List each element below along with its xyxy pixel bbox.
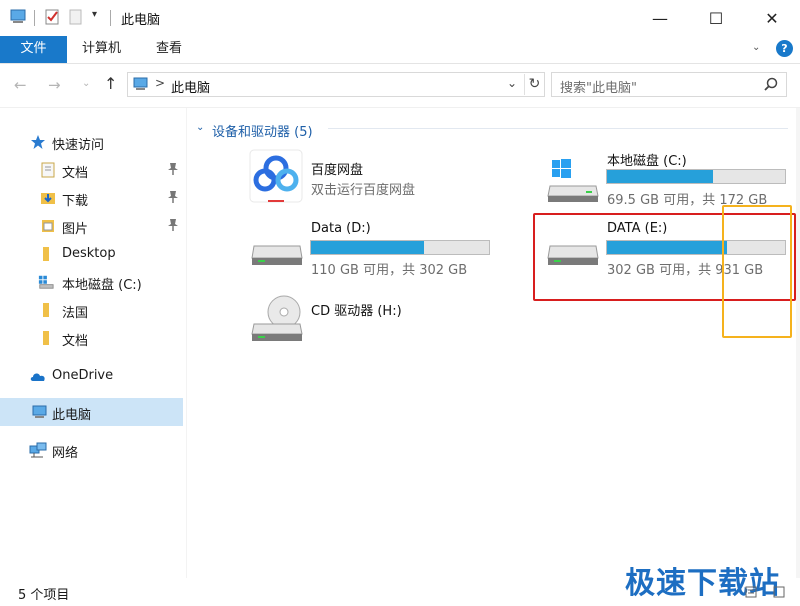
drive-item-local-disk-c[interactable]: 本地磁盘 (C:) 69.5 GB 可用，共 172 GB — [540, 146, 790, 210]
sidebar-item-downloads[interactable]: 下载 — [0, 184, 183, 212]
sidebar-item-documents[interactable]: 文档 — [0, 156, 183, 184]
address-bar[interactable]: > 此电脑 ⌄ ↻ — [127, 72, 545, 97]
up-icon[interactable]: ↑ — [104, 74, 117, 93]
capacity-bar-fill — [311, 241, 425, 254]
tab-file[interactable]: 文件 — [0, 36, 67, 63]
search-placeholder: 搜索"此电脑" — [560, 81, 637, 96]
forward-icon[interactable]: → — [48, 76, 61, 94]
refresh-icon[interactable]: ↻ — [524, 74, 544, 95]
sidebar-item-pictures[interactable]: 图片 — [0, 212, 183, 240]
sidebar-item-label: 快速访问 — [52, 138, 105, 153]
sidebar-item-local-disk-c[interactable]: 本地磁盘 (C:) — [0, 268, 183, 296]
pc-icon — [32, 405, 47, 418]
divider — [34, 10, 35, 26]
star-icon — [31, 135, 45, 149]
maximize-button[interactable]: ☐ — [688, 0, 744, 36]
drive-item-cd-drive-h[interactable]: CD 驱动器 (H:) — [244, 292, 504, 352]
pin-icon[interactable] — [167, 190, 179, 204]
recent-locations-icon[interactable]: ⌄ — [82, 78, 90, 89]
drive-name: 本地磁盘 (C:) — [607, 154, 687, 169]
sidebar-item-documents-2[interactable]: 文档 — [0, 324, 183, 352]
drive-name: 百度网盘 — [311, 163, 364, 178]
ribbon-tabs: 文件 计算机 查看 ⌄ ? — [0, 36, 800, 64]
window-title: 此电脑 — [121, 13, 161, 28]
folder-icon — [43, 303, 49, 317]
divider — [110, 10, 111, 26]
scrollbar-track[interactable] — [796, 108, 800, 578]
sidebar-item-label: 网络 — [52, 446, 79, 461]
sidebar-item-label: 下载 — [62, 194, 89, 209]
sidebar-item-label: 法国 — [62, 306, 89, 321]
cloud-icon — [30, 373, 45, 381]
address-dropdown-icon[interactable]: ⌄ — [507, 76, 517, 90]
folder-icon — [43, 331, 49, 345]
back-icon[interactable]: ← — [14, 76, 27, 94]
minimize-button[interactable]: — — [632, 0, 688, 36]
sidebar-item-network[interactable]: 网络 — [0, 436, 183, 464]
pin-icon[interactable] — [167, 218, 179, 232]
folder-icon — [43, 247, 49, 261]
sidebar-item-desktop[interactable]: Desktop — [0, 240, 183, 268]
sidebar-item-france[interactable]: 法国 — [0, 296, 183, 324]
drive-description: 双击运行百度网盘 — [311, 183, 416, 198]
breadcrumb-item[interactable]: 此电脑 — [171, 77, 210, 96]
drive-item-data-d[interactable]: Data (D:) 110 GB 可用，共 302 GB — [244, 216, 504, 280]
drive-item-baidu-netdisk[interactable]: 百度网盘 双击运行百度网盘 — [244, 146, 504, 210]
tab-view[interactable]: 查看 — [144, 36, 194, 63]
pin-icon[interactable] — [167, 162, 179, 176]
pictures-folder-icon — [42, 220, 54, 232]
expand-ribbon-icon[interactable]: ⌄ — [752, 42, 760, 53]
quick-access-dropdown-icon[interactable]: ▾ — [92, 9, 97, 20]
drive-capacity-text: 110 GB 可用，共 302 GB — [311, 263, 468, 278]
baidu-netdisk-icon — [249, 149, 303, 203]
divider — [328, 128, 788, 129]
windows-drive-icon — [547, 159, 599, 202]
highlight-box-yellow — [722, 205, 792, 338]
capacity-bar-fill — [607, 170, 714, 183]
item-count: 5 个项目 — [18, 588, 70, 603]
properties-icon[interactable] — [45, 9, 60, 25]
sidebar-item-label: OneDrive — [52, 368, 114, 383]
search-input[interactable]: 搜索"此电脑" — [551, 72, 787, 97]
group-title: 设备和驱动器 (5) — [212, 125, 313, 140]
hard-drive-icon — [251, 245, 303, 265]
view-toggle-icon[interactable] — [744, 585, 788, 599]
drive-name: Data (D:) — [311, 221, 371, 236]
breadcrumb-chevron-icon[interactable]: > — [155, 76, 165, 90]
sidebar-item-label: 文档 — [62, 166, 89, 181]
network-icon — [29, 442, 47, 458]
navigation-bar: ← → ⌄ ↑ > 此电脑 ⌄ ↻ 搜索"此电脑" — [0, 64, 800, 108]
sidebar-item-label: 此电脑 — [52, 408, 92, 423]
pc-icon[interactable] — [10, 9, 28, 25]
sidebar-item-label: Desktop — [62, 246, 116, 261]
navigation-pane: 快速访问 文档 下载 图片 Desktop 本地磁盘 (C:) 法国 文档 On… — [0, 108, 186, 578]
pc-icon — [133, 77, 148, 90]
divider — [186, 108, 187, 578]
capacity-bar — [606, 169, 786, 184]
documents-folder-icon — [41, 162, 55, 178]
close-button[interactable]: ✕ — [744, 0, 800, 36]
sidebar-item-quick-access[interactable]: 快速访问 — [0, 128, 183, 156]
capacity-bar — [310, 240, 490, 255]
help-icon[interactable]: ? — [776, 40, 793, 57]
sidebar-item-label: 本地磁盘 (C:) — [62, 278, 142, 293]
new-folder-icon[interactable] — [69, 9, 82, 25]
sidebar-item-label: 文档 — [62, 334, 89, 349]
sidebar-item-label: 图片 — [62, 222, 89, 237]
sidebar-item-this-pc[interactable]: 此电脑 — [0, 398, 183, 426]
drive-name: CD 驱动器 (H:) — [311, 304, 402, 319]
tab-computer[interactable]: 计算机 — [70, 36, 133, 63]
sidebar-item-onedrive[interactable]: OneDrive — [0, 362, 183, 390]
windows-drive-icon — [38, 275, 54, 289]
downloads-folder-icon — [41, 193, 55, 204]
chevron-down-icon[interactable]: ⌄ — [196, 122, 204, 133]
cd-drive-icon — [251, 295, 303, 341]
title-bar: ▾ 此电脑 — ☐ ✕ — [0, 0, 800, 36]
search-icon[interactable] — [764, 77, 778, 91]
